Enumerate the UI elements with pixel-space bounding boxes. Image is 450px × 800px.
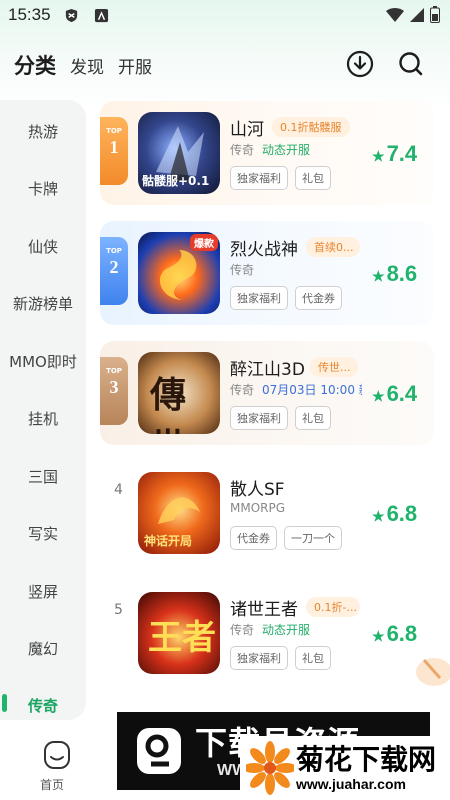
- watermark-brand-url: www.juahar.com: [296, 776, 406, 792]
- chrysanthemum-logo-icon: [246, 741, 294, 795]
- star-icon: ★: [372, 388, 385, 404]
- promo-pill: 0.1折骷髅服: [272, 117, 350, 137]
- game-name: 烈火战神: [230, 240, 298, 260]
- star-icon: ★: [372, 268, 385, 284]
- tag: 代金券: [295, 286, 342, 310]
- signal-icon: [410, 8, 424, 22]
- watermark-brand: 菊花下载网: [296, 743, 437, 776]
- download-icon[interactable]: [346, 50, 374, 78]
- score: ★8.6: [372, 261, 418, 286]
- tag: 礼包: [295, 646, 331, 670]
- shield-icon: [65, 8, 78, 23]
- rank-number: 5: [114, 602, 123, 618]
- tag: 一刀一个: [284, 526, 342, 550]
- score: ★6.8: [372, 621, 418, 646]
- game-icon[interactable]: 傳世: [138, 352, 220, 434]
- game-name: 醉江山3D: [230, 360, 305, 380]
- status-bar: 15:35: [0, 0, 450, 32]
- game-icon[interactable]: 神话开局: [138, 472, 220, 554]
- game-meta: 传奇 动态开服: [230, 623, 311, 637]
- game-meta: 传奇 07月03日 10:00 新: [230, 383, 362, 397]
- tag: 礼包: [295, 406, 331, 430]
- sidebar-item-idle[interactable]: 挂机: [0, 408, 86, 429]
- game-name: 山河: [230, 120, 264, 140]
- star-icon: ★: [372, 508, 385, 524]
- tag: 独家福利: [230, 166, 288, 190]
- game-icon[interactable]: 爆款: [138, 232, 220, 314]
- watermark-banner-right: 菊花下载网 www.juahar.com: [240, 736, 450, 800]
- home-icon[interactable]: [38, 740, 76, 772]
- sidebar-item-fantasy[interactable]: 魔幻: [0, 638, 86, 659]
- tag: 礼包: [295, 166, 331, 190]
- top-tabs: 分类 发现 开服: [14, 50, 152, 82]
- tag: 独家福利: [230, 646, 288, 670]
- tab-category[interactable]: 分类: [14, 50, 56, 80]
- sidebar-item-legend[interactable]: 传奇: [0, 695, 86, 716]
- tag: 独家福利: [230, 286, 288, 310]
- game-meta: 传奇 动态开服: [230, 143, 311, 157]
- game-name: 诸世王者: [230, 600, 298, 620]
- game-icon[interactable]: 骷髅服+0.1: [138, 112, 220, 194]
- status-time: 15:35: [8, 5, 51, 24]
- sidebar-item-card[interactable]: 卡牌: [0, 178, 86, 199]
- tab-discover[interactable]: 发现: [70, 53, 104, 78]
- search-icon[interactable]: [397, 50, 425, 78]
- tab-server-open[interactable]: 开服: [118, 53, 152, 78]
- rank-badge: TOP 3: [100, 357, 128, 425]
- sidebar-item-three-kingdoms[interactable]: 三国: [0, 466, 86, 487]
- promo-pill: 首续0...: [306, 237, 360, 257]
- sidebar-item-hot[interactable]: 热游: [0, 121, 86, 142]
- star-icon: ★: [372, 148, 385, 164]
- sidebar-item-new-games[interactable]: 新游榜单: [0, 293, 86, 314]
- tag: 代金券: [230, 526, 277, 550]
- battery-icon: [430, 6, 440, 23]
- promo-pill: 0.1折-...: [306, 597, 360, 617]
- app-notification-icon: [94, 8, 109, 23]
- rank-badge: TOP 1: [100, 117, 128, 185]
- score: ★6.4: [372, 381, 418, 406]
- rank-number: 4: [114, 482, 123, 498]
- rank-badge: TOP 2: [100, 237, 128, 305]
- tag: 独家福利: [230, 406, 288, 430]
- sidebar-item-portrait[interactable]: 竖屏: [0, 581, 86, 602]
- wifi-icon: [386, 8, 404, 22]
- game-name: 散人SF: [230, 480, 285, 500]
- watermark-logo-icon: [137, 728, 181, 774]
- sidebar-item-realistic[interactable]: 写实: [0, 523, 86, 544]
- sidebar-item-xianxia[interactable]: 仙侠: [0, 236, 86, 257]
- score: ★7.4: [372, 141, 418, 166]
- nav-home-label[interactable]: 首页: [40, 776, 64, 793]
- floating-gift-icon[interactable]: [404, 648, 450, 692]
- promo-pill: 传世...: [310, 357, 358, 377]
- score: ★6.8: [372, 501, 418, 526]
- sidebar-item-mmo[interactable]: MMO即时: [0, 351, 86, 372]
- game-icon[interactable]: 王者: [138, 592, 220, 674]
- game-meta: 传奇: [230, 263, 255, 277]
- game-meta: MMORPG: [230, 501, 286, 515]
- star-icon: ★: [372, 628, 385, 644]
